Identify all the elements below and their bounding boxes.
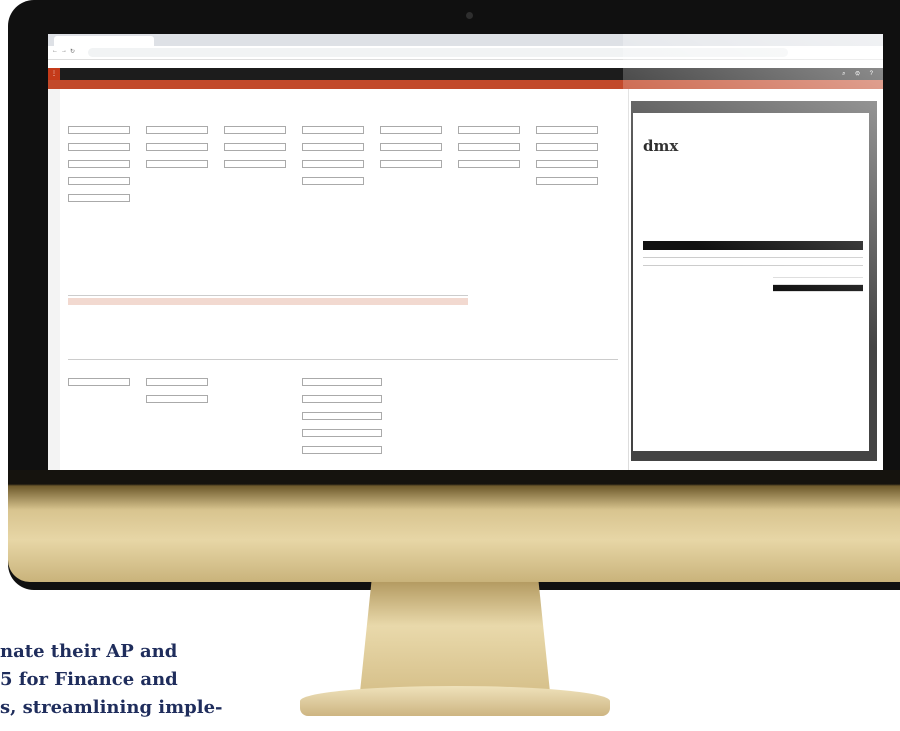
field-column [536,119,598,190]
field-column [146,119,208,173]
browser-url-bar: ← → ↻ [48,46,883,60]
form-field[interactable] [224,126,286,134]
form-field[interactable] [146,126,208,134]
form-field[interactable] [68,143,130,151]
form-field[interactable] [536,126,598,134]
back-icon[interactable]: ← [52,48,58,54]
vendor-logo: dmx [643,137,679,155]
line-details-section [68,359,618,470]
browser-tab[interactable] [54,36,154,46]
form-field[interactable] [302,395,382,403]
table-row [643,250,863,258]
monitor-stand-base [300,686,610,716]
invoice-form [60,89,628,470]
app-header: ⋮ ⌕ ⚙ ? [48,68,883,80]
form-field[interactable] [458,160,520,168]
table-header [68,289,468,296]
form-field[interactable] [302,143,364,151]
form-field[interactable] [68,378,130,386]
monitor-screen: ← → ↻ ⋮ ⌕ ⚙ ? dmx [48,34,883,470]
action-bar [48,80,883,89]
form-field[interactable] [68,160,130,168]
tagline-line: s, streamlining imple- [0,697,223,718]
field-column [458,119,520,173]
form-field[interactable] [302,412,382,420]
form-field[interactable] [302,177,364,185]
app-launcher-icon[interactable]: ⋮ [48,68,60,80]
monitor-chin [8,470,900,582]
field-column [224,119,286,173]
form-field[interactable] [536,143,598,151]
browser-tab-bar [48,34,883,46]
form-field[interactable] [68,194,130,202]
form-field[interactable] [380,143,442,151]
form-field[interactable] [458,143,520,151]
form-field[interactable] [224,143,286,151]
invoice-image-pane: dmx [628,89,883,470]
form-field[interactable] [302,429,382,437]
field-column [380,119,442,173]
form-field[interactable] [146,143,208,151]
form-field[interactable] [224,160,286,168]
field-column [68,119,130,207]
table-header [643,241,863,250]
form-field[interactable] [68,126,130,134]
tagline-line: 5 for Finance and [0,669,178,690]
invoice-lines-table [68,289,468,305]
invoice-document: dmx [633,113,869,451]
invoice-summary [773,271,863,292]
tagline-text: nate their AP and 5 for Finance and s, str… [0,638,223,722]
form-field[interactable] [302,378,382,386]
header-icons[interactable]: ⌕ ⚙ ? [842,68,877,80]
form-field[interactable] [146,378,208,386]
camera-dot [466,12,473,19]
form-field[interactable] [536,160,598,168]
bookmarks-bar [48,60,883,68]
monitor-stand-neck [360,582,550,692]
field-column [302,119,364,190]
reload-icon[interactable]: ↻ [70,48,75,55]
form-field[interactable] [380,160,442,168]
form-field[interactable] [536,177,598,185]
form-field[interactable] [302,446,382,454]
forward-icon[interactable]: → [61,48,67,54]
invoice-table [643,241,863,266]
address-input[interactable] [88,48,788,57]
form-field[interactable] [146,160,208,168]
form-field[interactable] [458,126,520,134]
form-field[interactable] [380,126,442,134]
form-field[interactable] [68,177,130,185]
tagline-line: nate their AP and [0,641,178,662]
table-row [643,258,863,266]
table-row[interactable] [68,298,468,305]
form-field[interactable] [146,395,208,403]
form-field[interactable] [302,160,364,168]
form-field[interactable] [302,126,364,134]
document-viewer: dmx [631,101,877,461]
